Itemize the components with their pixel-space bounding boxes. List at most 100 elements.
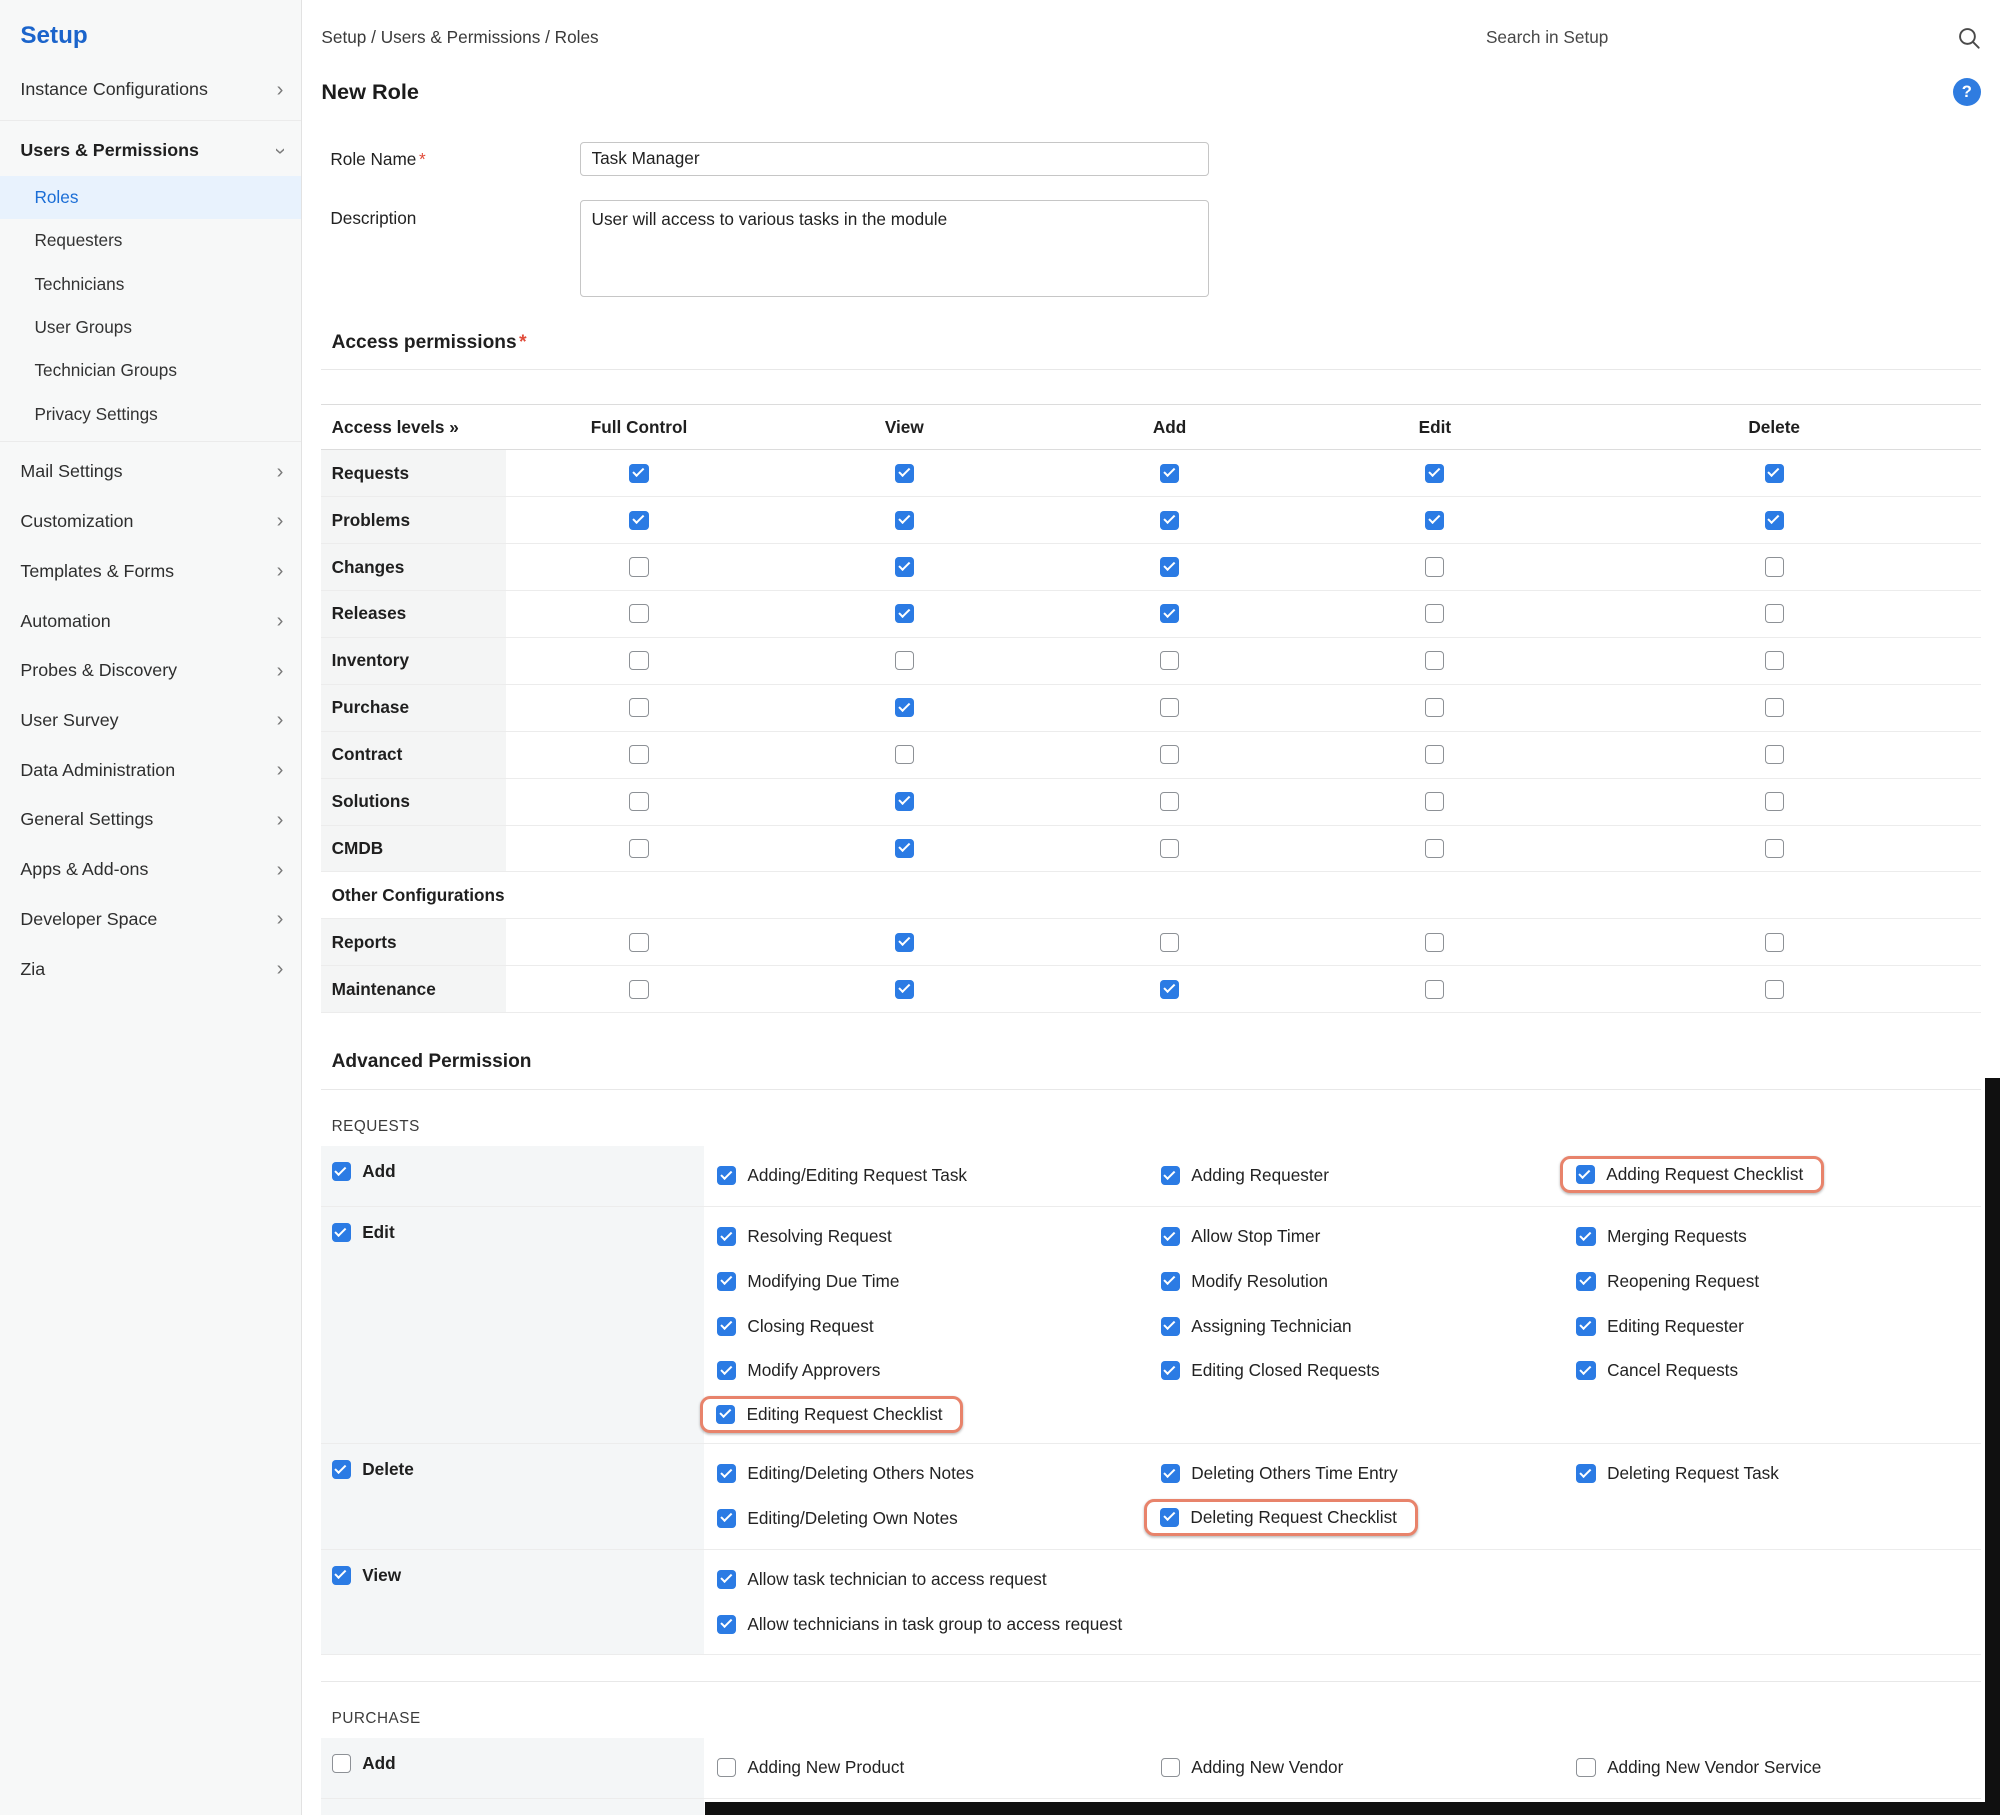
checkbox-problems-full-control[interactable] (629, 511, 648, 530)
checkbox-changes-add[interactable] (1160, 557, 1179, 576)
vertical-scrollbar[interactable] (1985, 1078, 2000, 1815)
checkbox-contract-edit[interactable] (1425, 745, 1444, 764)
checkbox-reports-view[interactable] (895, 933, 914, 952)
checkbox-editing-requester[interactable] (1576, 1317, 1595, 1336)
description-input[interactable]: User will access to various tasks in the… (580, 200, 1209, 297)
checkbox-contract-delete[interactable] (1765, 745, 1784, 764)
checkbox-reports-delete[interactable] (1765, 933, 1784, 952)
checkbox-modify-resolution[interactable] (1161, 1272, 1180, 1291)
sidebar-item-user-groups[interactable]: User Groups (0, 306, 301, 349)
checkbox-requests-add[interactable] (1160, 464, 1179, 483)
sidebar-item-automation[interactable]: Automation› (0, 596, 301, 646)
checkbox-adding-editing-request-task[interactable] (717, 1166, 736, 1185)
checkbox-allow-stop-timer[interactable] (1161, 1227, 1180, 1246)
checkbox-inventory-edit[interactable] (1425, 651, 1444, 670)
checkbox-resolving-request[interactable] (717, 1227, 736, 1246)
checkbox-editing-deleting-own-notes[interactable] (717, 1509, 736, 1528)
checkbox-deleting-request-task[interactable] (1576, 1464, 1595, 1483)
search-icon[interactable] (1957, 26, 1981, 50)
checkbox-releases-add[interactable] (1160, 604, 1179, 623)
checkbox-adding-new-vendor[interactable] (1161, 1758, 1180, 1777)
checkbox-changes-edit[interactable] (1425, 557, 1444, 576)
checkbox-adding-request-checklist[interactable] (1576, 1165, 1595, 1184)
sidebar-item-privacy-settings[interactable]: Privacy Settings (0, 392, 301, 435)
checkbox-requests-add[interactable] (332, 1162, 351, 1181)
checkbox-releases-full-control[interactable] (629, 604, 648, 623)
checkbox-adding-new-product[interactable] (717, 1758, 736, 1777)
sidebar-item-users-permissions[interactable]: Users & Permissions› (0, 126, 301, 176)
checkbox-requests-full-control[interactable] (629, 464, 648, 483)
sidebar-item-zia[interactable]: Zia› (0, 944, 301, 994)
checkbox-maintenance-full-control[interactable] (629, 980, 648, 999)
sidebar-item-user-survey[interactable]: User Survey› (0, 696, 301, 746)
checkbox-maintenance-add[interactable] (1160, 980, 1179, 999)
checkbox-purchase-edit[interactable] (1425, 698, 1444, 717)
checkbox-deleting-others-time-entry[interactable] (1161, 1464, 1180, 1483)
checkbox-cmdb-view[interactable] (895, 839, 914, 858)
checkbox-inventory-delete[interactable] (1765, 651, 1784, 670)
checkbox-editing-deleting-others-notes[interactable] (717, 1464, 736, 1483)
checkbox-maintenance-delete[interactable] (1765, 980, 1784, 999)
checkbox-problems-edit[interactable] (1425, 511, 1444, 530)
sidebar-item-roles[interactable]: Roles (0, 176, 301, 219)
checkbox-modifying-due-time[interactable] (717, 1272, 736, 1291)
sidebar-item-probes-discovery[interactable]: Probes & Discovery› (0, 646, 301, 696)
checkbox-cmdb-add[interactable] (1160, 839, 1179, 858)
checkbox-maintenance-edit[interactable] (1425, 980, 1444, 999)
sidebar-item-mail-settings[interactable]: Mail Settings› (0, 447, 301, 497)
checkbox-adding-new-vendor-service[interactable] (1576, 1758, 1595, 1777)
search-input[interactable]: Search in Setup (1486, 26, 1981, 50)
checkbox-assigning-technician[interactable] (1161, 1317, 1180, 1336)
sidebar-item-data-administration[interactable]: Data Administration› (0, 745, 301, 795)
checkbox-inventory-add[interactable] (1160, 651, 1179, 670)
checkbox-maintenance-view[interactable] (895, 980, 914, 999)
sidebar-item-templates-forms[interactable]: Templates & Forms› (0, 546, 301, 596)
checkbox-requests-edit[interactable] (332, 1223, 351, 1242)
checkbox-solutions-delete[interactable] (1765, 792, 1784, 811)
sidebar-item-customization[interactable]: Customization› (0, 497, 301, 547)
checkbox-cmdb-delete[interactable] (1765, 839, 1784, 858)
checkbox-solutions-edit[interactable] (1425, 792, 1444, 811)
sidebar-item-requesters[interactable]: Requesters (0, 219, 301, 262)
sidebar-item-general-settings[interactable]: General Settings› (0, 795, 301, 845)
checkbox-requests-delete[interactable] (1765, 464, 1784, 483)
checkbox-changes-full-control[interactable] (629, 557, 648, 576)
checkbox-cmdb-edit[interactable] (1425, 839, 1444, 858)
checkbox-adding-requester[interactable] (1161, 1166, 1180, 1185)
checkbox-problems-add[interactable] (1160, 511, 1179, 530)
checkbox-inventory-view[interactable] (895, 651, 914, 670)
checkbox-editing-closed-requests[interactable] (1161, 1361, 1180, 1380)
role-name-input[interactable] (580, 142, 1209, 176)
checkbox-purchase-delete[interactable] (1765, 698, 1784, 717)
checkbox-solutions-full-control[interactable] (629, 792, 648, 811)
checkbox-cmdb-full-control[interactable] (629, 839, 648, 858)
sidebar-item-developer-space[interactable]: Developer Space› (0, 895, 301, 945)
checkbox-allow-technicians-in-task-group-to-access-request[interactable] (717, 1615, 736, 1634)
checkbox-solutions-view[interactable] (895, 792, 914, 811)
checkbox-problems-view[interactable] (895, 511, 914, 530)
checkbox-cancel-requests[interactable] (1576, 1361, 1595, 1380)
checkbox-purchase-add[interactable] (332, 1754, 351, 1773)
checkbox-reports-full-control[interactable] (629, 933, 648, 952)
sidebar-item-technician-groups[interactable]: Technician Groups (0, 349, 301, 392)
sidebar-item-apps-add-ons[interactable]: Apps & Add-ons› (0, 845, 301, 895)
checkbox-contract-full-control[interactable] (629, 745, 648, 764)
checkbox-deleting-request-checklist[interactable] (1160, 1508, 1179, 1527)
checkbox-contract-view[interactable] (895, 745, 914, 764)
checkbox-requests-delete[interactable] (332, 1460, 351, 1479)
checkbox-inventory-full-control[interactable] (629, 651, 648, 670)
checkbox-reports-edit[interactable] (1425, 933, 1444, 952)
checkbox-editing-request-checklist[interactable] (716, 1405, 735, 1424)
checkbox-requests-edit[interactable] (1425, 464, 1444, 483)
sidebar-item-instance-configurations[interactable]: Instance Configurations› (0, 65, 301, 115)
checkbox-reports-add[interactable] (1160, 933, 1179, 952)
checkbox-closing-request[interactable] (717, 1317, 736, 1336)
checkbox-solutions-add[interactable] (1160, 792, 1179, 811)
help-icon[interactable]: ? (1953, 78, 1981, 106)
checkbox-changes-view[interactable] (895, 557, 914, 576)
checkbox-allow-task-technician-to-access-request[interactable] (717, 1570, 736, 1589)
checkbox-requests-view[interactable] (895, 464, 914, 483)
checkbox-contract-add[interactable] (1160, 745, 1179, 764)
checkbox-requests-view[interactable] (332, 1566, 351, 1585)
checkbox-problems-delete[interactable] (1765, 511, 1784, 530)
